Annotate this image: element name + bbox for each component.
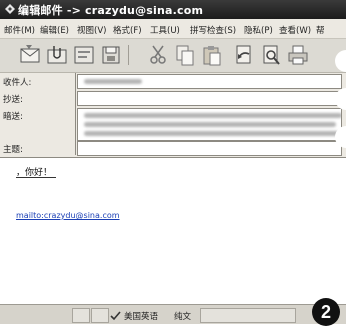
to-field[interactable] <box>77 74 342 89</box>
language-indicator[interactable]: 美国英语 <box>124 310 158 322</box>
subject-label: 主题: <box>3 145 23 155</box>
app-icon <box>5 4 15 14</box>
print-icon[interactable] <box>286 43 310 67</box>
menu-mail[interactable]: 邮件(M) <box>4 24 35 36</box>
status-empty-panel <box>200 308 296 323</box>
subject-row: 主题: <box>0 141 346 156</box>
bcc-field[interactable] <box>77 108 342 141</box>
to-label: 收件人: <box>3 78 32 88</box>
redacted-text <box>84 113 341 118</box>
cc-row: 抄送: <box>0 89 346 106</box>
window-title: 编辑邮件 -> crazydu@sina.com <box>18 4 204 17</box>
bcc-row: 暗送: <box>0 106 346 141</box>
greeting-underline <box>16 177 56 178</box>
status-icon-slot <box>91 308 109 323</box>
undo-icon[interactable] <box>232 43 256 67</box>
address-book-icon[interactable] <box>72 43 96 67</box>
menu-tools[interactable]: 工具(U) <box>150 24 180 36</box>
menu-format[interactable]: 格式(F) <box>113 24 142 36</box>
redacted-text <box>84 131 339 136</box>
toolbar-separator <box>128 45 129 65</box>
redacted-text <box>84 79 142 84</box>
spellcheck-icon[interactable] <box>110 310 121 321</box>
menu-bar: 邮件(M) 编辑(E) 视图(V) 格式(F) 工具(U) 拼写检查(S) 隐私… <box>0 21 346 39</box>
menu-help[interactable]: 帮 <box>316 24 325 36</box>
save-icon[interactable] <box>99 43 123 67</box>
format-mode-indicator[interactable]: 纯文 <box>174 310 191 322</box>
toolbar <box>0 39 346 73</box>
menu-viewmode[interactable]: 查看(W) <box>279 24 311 36</box>
compose-window: 编辑邮件 -> crazydu@sina.com 邮件(M) 编辑(E) 视图(… <box>0 0 346 324</box>
menu-spellcheck[interactable]: 拼写检查(S) <box>190 24 236 36</box>
cut-icon[interactable] <box>146 43 170 67</box>
paste-icon[interactable] <box>200 43 224 67</box>
message-body[interactable]: ，你好！ mailto:crazydu@sina.com <box>0 157 346 304</box>
status-bar: 美国英语 纯文 <box>0 304 346 324</box>
subject-field[interactable] <box>77 141 342 156</box>
figure-number-badge: 2 <box>312 298 340 326</box>
to-row: 收件人: <box>0 73 346 89</box>
status-icon-slot <box>72 308 90 323</box>
send-icon[interactable] <box>18 43 42 67</box>
compose-header: 收件人: 抄送: 暗送: 主题: <box>0 73 346 156</box>
signature-link[interactable]: mailto:crazydu@sina.com <box>16 211 120 220</box>
menu-view[interactable]: 视图(V) <box>77 24 106 36</box>
cc-label: 抄送: <box>3 95 23 105</box>
attach-icon[interactable] <box>45 43 69 67</box>
redo-icon[interactable] <box>259 43 283 67</box>
bcc-label: 暗送: <box>3 112 23 122</box>
copy-icon[interactable] <box>173 43 197 67</box>
menu-privacy[interactable]: 隐私(P) <box>244 24 273 36</box>
redacted-text <box>84 122 336 127</box>
title-bar: 编辑邮件 -> crazydu@sina.com <box>0 0 346 19</box>
menu-edit[interactable]: 编辑(E) <box>40 24 69 36</box>
cc-field[interactable] <box>77 91 342 106</box>
header-divider <box>75 73 76 155</box>
